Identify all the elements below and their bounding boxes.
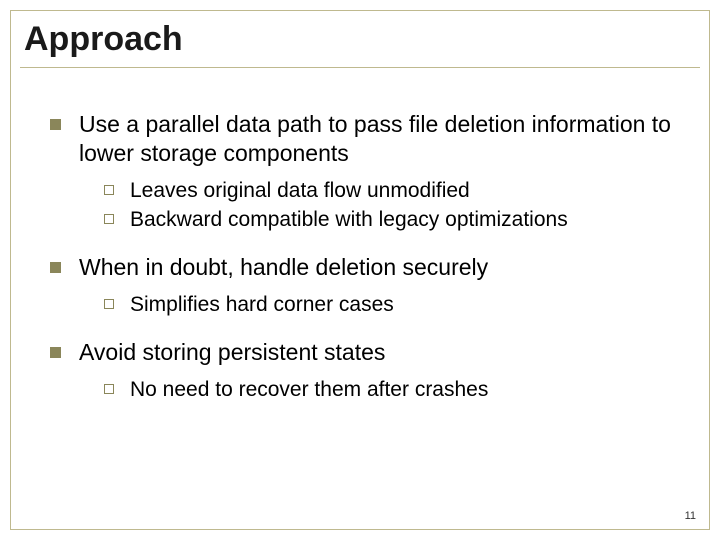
bullet-level1: Use a parallel data path to pass file de…: [50, 110, 680, 168]
sub-bullet-text: No need to recover them after crashes: [130, 377, 680, 403]
bullet-level2: Simplifies hard corner cases: [104, 292, 680, 318]
sub-bullet-text: Leaves original data flow unmodified: [130, 178, 680, 204]
bullet-level1: Avoid storing persistent states: [50, 338, 680, 367]
sub-bullet-text: Backward compatible with legacy optimiza…: [130, 207, 680, 233]
bullet-text: Use a parallel data path to pass file de…: [79, 110, 680, 168]
bullet-text: Avoid storing persistent states: [79, 338, 680, 367]
page-number: 11: [685, 510, 696, 522]
square-filled-icon: [50, 262, 61, 273]
bullet-level2: Leaves original data flow unmodified: [104, 178, 680, 204]
square-open-icon: [104, 384, 114, 394]
square-filled-icon: [50, 347, 61, 358]
slide-content: Use a parallel data path to pass file de…: [50, 110, 680, 406]
bullet-text: When in doubt, handle deletion securely: [79, 253, 680, 282]
sub-bullet-group: Leaves original data flow unmodified Bac…: [104, 178, 680, 234]
bullet-level2: No need to recover them after crashes: [104, 377, 680, 403]
square-open-icon: [104, 214, 114, 224]
bullet-level1: When in doubt, handle deletion securely: [50, 253, 680, 282]
bullet-level2: Backward compatible with legacy optimiza…: [104, 207, 680, 233]
sub-bullet-text: Simplifies hard corner cases: [130, 292, 680, 318]
slide-title: Approach: [24, 20, 696, 59]
square-open-icon: [104, 185, 114, 195]
sub-bullet-group: No need to recover them after crashes: [104, 377, 680, 403]
square-open-icon: [104, 299, 114, 309]
title-box: Approach: [20, 14, 700, 68]
square-filled-icon: [50, 119, 61, 130]
sub-bullet-group: Simplifies hard corner cases: [104, 292, 680, 318]
